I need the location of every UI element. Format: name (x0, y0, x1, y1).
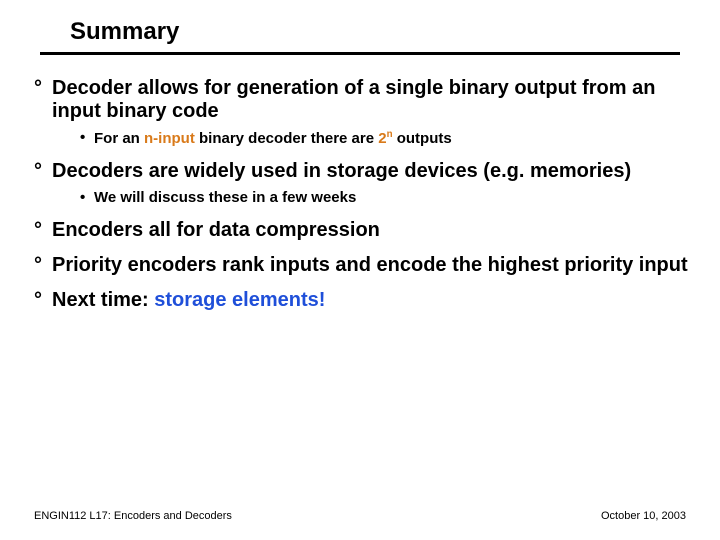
sub-mid: binary decoder there are (195, 130, 378, 147)
subbullet-mark: • (80, 129, 94, 147)
bullet-1: ° Decoder allows for generation of a sin… (34, 77, 696, 123)
slide-body: ° Decoder allows for generation of a sin… (0, 55, 720, 312)
bullet-2-sub: • We will discuss these in a few weeks (80, 189, 696, 207)
bullet-text: Decoders are widely used in storage devi… (52, 160, 631, 183)
b5-pre: Next time: (52, 289, 154, 311)
footer-left: ENGIN112 L17: Encoders and Decoders (34, 510, 232, 522)
bullet-2: ° Decoders are widely used in storage de… (34, 160, 696, 183)
bullet-mark: ° (34, 219, 52, 241)
bullet-1-sub: • For an n-input binary decoder there ar… (80, 129, 696, 148)
bullet-text: Decoder allows for generation of a singl… (52, 77, 696, 123)
slide: Summary ° Decoder allows for generation … (0, 0, 720, 540)
subbullet-text: We will discuss these in a few weeks (94, 189, 356, 207)
bullet-mark: ° (34, 77, 52, 99)
subbullet-mark: • (80, 189, 94, 207)
footer: ENGIN112 L17: Encoders and Decoders Octo… (34, 510, 686, 522)
bullet-mark: ° (34, 160, 52, 182)
bullet-3: ° Encoders all for data compression (34, 219, 696, 242)
sub-post: outputs (393, 130, 452, 147)
bullet-mark: ° (34, 289, 52, 311)
bullet-mark: ° (34, 254, 52, 276)
bullet-text: Encoders all for data compression (52, 219, 380, 242)
highlight-storage-elements: storage elements! (154, 289, 325, 311)
bullet-text: Next time: storage elements! (52, 289, 325, 312)
footer-right: October 10, 2003 (601, 510, 686, 522)
bullet-text: Priority encoders rank inputs and encode… (52, 254, 688, 277)
bullet-5: ° Next time: storage elements! (34, 289, 696, 312)
two: 2 (378, 130, 386, 147)
highlight-2n: 2n (378, 130, 392, 147)
highlight-n-input: n-input (144, 130, 195, 147)
sub-pre: For an (94, 130, 144, 147)
subbullet-text: For an n-input binary decoder there are … (94, 129, 452, 148)
bullet-4: ° Priority encoders rank inputs and enco… (34, 254, 696, 277)
title-wrap: Summary (0, 0, 720, 46)
slide-title: Summary (70, 18, 720, 46)
